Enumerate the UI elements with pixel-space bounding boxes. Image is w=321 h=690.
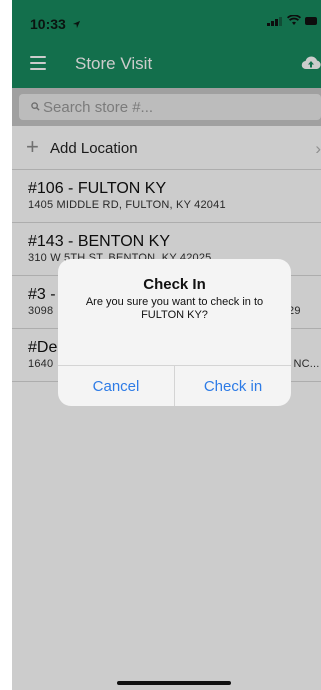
- dialog-title: Check In: [143, 276, 206, 293]
- check-in-dialog: Check In Are you sure you want to check …: [58, 259, 291, 406]
- cancel-button[interactable]: Cancel: [58, 366, 175, 406]
- phone-frame: 10:33 Store Visit Search store #... + Ad…: [0, 0, 321, 690]
- home-indicator[interactable]: [117, 681, 231, 685]
- dialog-buttons: Cancel Check in: [58, 365, 291, 406]
- app-screen: 10:33 Store Visit Search store #... + Ad…: [12, 0, 321, 690]
- check-in-button[interactable]: Check in: [175, 366, 291, 406]
- dialog-message: Are you sure you want to check in to FUL…: [85, 296, 264, 321]
